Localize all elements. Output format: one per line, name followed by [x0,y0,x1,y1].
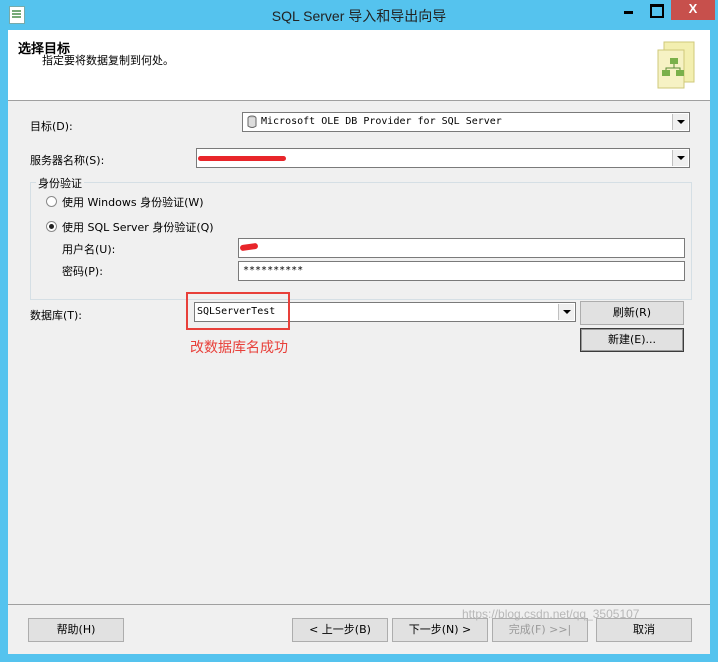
refresh-button[interactable]: 刷新(R) [580,301,684,325]
close-button[interactable]: X [671,0,715,20]
windows-auth-radio[interactable] [46,196,57,207]
chevron-down-icon[interactable] [558,304,574,320]
destination-label: 目标(D): [30,120,73,133]
destination-value: Microsoft OLE DB Provider for SQL Server [261,116,502,127]
sql-auth-radio[interactable] [46,221,57,232]
page-subtitle: 指定要将数据复制到何处。 [42,54,174,67]
footer-divider [8,604,710,605]
minimize-icon [624,11,633,14]
destination-combo[interactable]: Microsoft OLE DB Provider for SQL Server [242,112,690,132]
password-field[interactable]: ********** [238,261,685,281]
wizard-client-area: 选择目标 指定要将数据复制到何处。 目标(D): Microsoft OLE D… [8,30,710,654]
chevron-down-icon[interactable] [672,114,688,130]
annotation-text: 改数据库名成功 [190,339,288,355]
back-button[interactable]: < 上一步(B) [292,618,388,642]
server-name-combo[interactable] [196,148,690,168]
wizard-window: SQL Server 导入和导出向导 X 选择目标 指定要将数据复制到何处。 目… [0,0,718,662]
password-value: ********** [243,265,304,276]
title-bar[interactable]: SQL Server 导入和导出向导 X [0,0,718,30]
windows-auth-label[interactable]: 使用 Windows 身份验证(W) [62,194,204,210]
database-label: 数据库(T): [30,309,83,322]
new-database-button[interactable]: 新建(E)... [580,328,684,352]
next-button[interactable]: 下一步(N) > [392,618,488,642]
auth-group-label: 身份验证 [36,175,84,191]
finish-button[interactable]: 完成(F) >>| [492,618,588,642]
username-field[interactable] [238,238,685,258]
redaction-mark [198,156,286,161]
cancel-button[interactable]: 取消 [596,618,692,642]
watermark-text: https://blog.csdn.net/qq_3505107 [462,607,640,621]
annotation-highlight-box [186,292,290,330]
window-title: SQL Server 导入和导出向导 [271,8,447,24]
maximize-button[interactable] [643,0,669,20]
wizard-header: 选择目标 指定要将数据复制到何处。 [8,30,710,101]
database-provider-icon [247,115,257,128]
help-button[interactable]: 帮助(H) [28,618,124,642]
redaction-mark [239,242,259,252]
sql-auth-label[interactable]: 使用 SQL Server 身份验证(Q) [62,219,214,235]
username-label: 用户名(U): [62,243,116,256]
minimize-button[interactable] [615,0,641,20]
chevron-down-icon[interactable] [672,150,688,166]
wizard-target-icon [657,41,695,89]
password-label: 密码(P): [62,265,103,278]
maximize-icon [650,4,664,18]
server-name-label: 服务器名称(S): [30,154,105,167]
